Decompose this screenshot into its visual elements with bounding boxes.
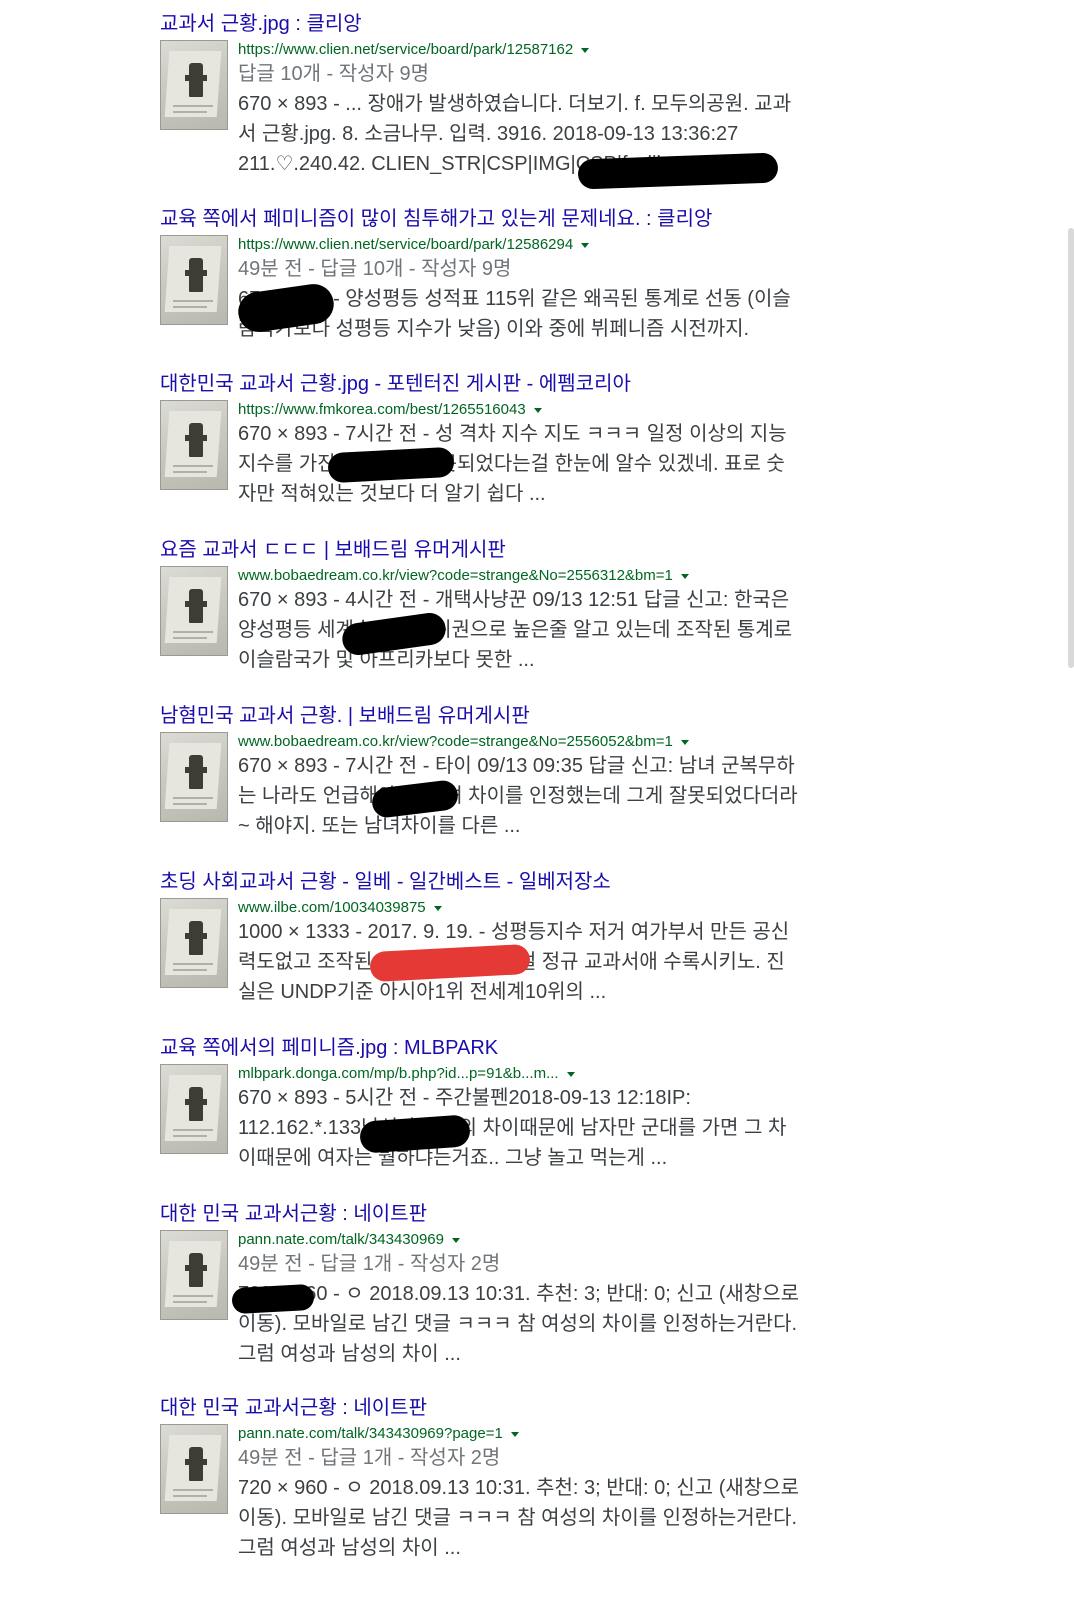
snippet-line: 이동). 모바일로 남긴 댓글 ㅋㅋㅋ 참 여성의 차이를 인정하는거란다.	[238, 1313, 798, 1335]
result-snippet: 720 × 960 - ㅇ 2018.09.13 10:31. 추천: 3; 반…	[238, 1279, 858, 1369]
url-dropdown-icon[interactable]	[581, 242, 590, 248]
result-url[interactable]: www.ilbe.com/10034039875	[238, 898, 860, 917]
snippet-line: 1000 × 1333 - 2017. 9. 19. - 성평등지수 저거 여가…	[238, 921, 790, 943]
result-meta: 49분 전 - 답글 1개 - 작성자 2명	[238, 1447, 501, 1469]
result-thumbnail[interactable]	[160, 1064, 228, 1154]
result-url[interactable]: pann.nate.com/talk/343430969?page=1	[238, 1424, 860, 1443]
url-dropdown-icon[interactable]	[566, 1071, 575, 1077]
result-thumbnail[interactable]	[160, 566, 228, 656]
search-result: 요즘 교과서 ㄷㄷㄷ | 보배드림 유머게시판 www.bobaedream.c…	[160, 538, 860, 675]
snippet-line: 이슬람국가 및 아프리카보다 못한 ...	[238, 649, 535, 671]
snippet-line: 670 × 893 - ... 장애가 발생하였습니다. 더보기. f. 모두의…	[238, 93, 792, 115]
result-url[interactable]: pann.nate.com/talk/343430969	[238, 1230, 860, 1249]
result-meta: 49분 전 - 답글 1개 - 작성자 2명	[238, 1253, 501, 1275]
snippet-line: 양성평등 세계순위가 상위권으로 높은줄 알고 있는데 조작된 통계로	[238, 619, 793, 641]
result-thumbnail[interactable]	[160, 732, 228, 822]
result-title-link[interactable]: 대한 민국 교과서근황 : 네이트판	[160, 1202, 860, 1226]
result-url[interactable]: mlbpark.donga.com/mp/b.php?id...p=91&b..…	[238, 1064, 860, 1083]
result-thumbnail[interactable]	[160, 1424, 228, 1514]
result-title-link[interactable]: 초딩 사회교과서 근황 - 일베 - 일간베스트 - 일베저장소	[160, 870, 860, 894]
url-dropdown-icon[interactable]	[452, 1237, 460, 1243]
result-thumbnail[interactable]	[160, 400, 228, 490]
snippet-line: 670 × 893 - 5시간 전 - 주간불펜2018-09-13 12:18…	[238, 1087, 691, 1109]
result-title-link[interactable]: 교육 쪽에서 페미니즘이 많이 침투해가고 있는게 문제네요. : 클리앙	[160, 207, 860, 231]
search-result: 남혐민국 교과서 근황. | 보배드림 유머게시판 www.bobaedream…	[160, 704, 860, 841]
result-url[interactable]: www.bobaedream.co.kr/view?code=strange&N…	[238, 732, 860, 751]
result-meta: 답글 10개 - 작성자 9명	[238, 63, 430, 85]
result-title-link[interactable]: 교과서 근황.jpg : 클리앙	[160, 12, 860, 36]
result-thumbnail[interactable]	[160, 235, 228, 325]
url-dropdown-icon[interactable]	[533, 407, 542, 413]
result-title-link[interactable]: 대한민국 교과서 근황.jpg - 포텐터진 게시판 - 에펨코리아	[160, 372, 860, 396]
snippet-line: 는 나라도 언급해야지. 남녀 차이를 인정했는데 그게 잘못되었다더라	[238, 785, 798, 807]
snippet-line: 670 × 893 - 4시간 전 - 개택사냥꾼 09/13 12:51 답글…	[238, 589, 790, 611]
result-thumbnail[interactable]	[160, 40, 228, 130]
snippet-line: 670 × 893 - 7시간 전 - 성 격차 지수 지도 ㅋㅋㅋ 일정 이상…	[238, 423, 787, 445]
result-snippet: 720 × 960 - ㅇ 2018.09.13 10:31. 추천: 3; 반…	[238, 1473, 858, 1563]
result-title-link[interactable]: 남혐민국 교과서 근황. | 보배드림 유머게시판	[160, 704, 860, 728]
snippet-line: 그럼 여성과 남성의 차이 ...	[238, 1537, 461, 1559]
snippet-line: 그럼 여성과 남성의 차이 ...	[238, 1343, 461, 1365]
snippet-line: 실은 UNDP기준 아시아1위 전세계10위의 ...	[238, 981, 607, 1003]
result-title-link[interactable]: 교육 쪽에서의 페미니즘.jpg : MLBPARK	[160, 1036, 860, 1060]
result-snippet: 670 × 893 - 4시간 전 - 개택사냥꾼 09/13 12:51 답글…	[238, 585, 858, 675]
snippet-line: 112.162.*.133남성과 여성의 차이때문에 남자만 군대를 가면 그 …	[238, 1117, 787, 1139]
result-url[interactable]: https://www.fmkorea.com/best/1265516043	[238, 400, 860, 419]
result-snippet: 1000 × 1333 - 2017. 9. 19. - 성평등지수 저거 여가…	[238, 917, 858, 1007]
search-result: 교육 쪽에서의 페미니즘.jpg : MLBPARK mlbpark.donga…	[160, 1036, 860, 1173]
snippet-line: 720 × 960 - ㅇ 2018.09.13 10:31. 추천: 3; 반…	[238, 1283, 799, 1305]
result-snippet: 670 × 893 - 7시간 전 - 타이 09/13 09:35 답글 신고…	[238, 751, 858, 841]
result-url[interactable]: https://www.clien.net/service/board/park…	[238, 235, 860, 254]
snippet-line: 720 × 960 - ㅇ 2018.09.13 10:31. 추천: 3; 반…	[238, 1477, 799, 1499]
redaction-mark	[577, 152, 779, 190]
url-dropdown-icon[interactable]	[680, 573, 689, 579]
result-snippet: 670 × 893 - 5시간 전 - 주간불펜2018-09-13 12:18…	[238, 1083, 858, 1173]
result-url[interactable]: www.bobaedream.co.kr/view?code=strange&N…	[238, 566, 860, 585]
snippet-line: 이때문에 여자는 뭘하냐는거죠.. 그냥 놀고 먹는게 ...	[238, 1147, 668, 1169]
result-title-link[interactable]: 대한 민국 교과서근황 : 네이트판	[160, 1396, 860, 1420]
result-url[interactable]: https://www.clien.net/service/board/park…	[238, 40, 860, 59]
search-result: 대한 민국 교과서근황 : 네이트판 pann.nate.com/talk/34…	[160, 1396, 860, 1563]
snippet-line: 이동). 모바일로 남긴 댓글 ㅋㅋㅋ 참 여성의 차이를 인정하는거란다.	[238, 1507, 798, 1529]
redaction-mark	[231, 1283, 315, 1315]
snippet-line: 서 근황.jpg. 8. 소금나무. 입력. 3916. 2018-09-13 …	[238, 123, 739, 145]
snippet-line: 력도없고 조작된 통계 자료인데 저걸 정규 교과서애 수록시키노. 진	[238, 951, 785, 973]
url-dropdown-icon[interactable]	[510, 1431, 519, 1437]
search-result: 대한민국 교과서 근황.jpg - 포텐터진 게시판 - 에펨코리아 https…	[160, 372, 860, 509]
result-meta: 49분 전 - 답글 10개 - 작성자 9명	[238, 258, 512, 280]
url-dropdown-icon[interactable]	[433, 905, 442, 911]
snippet-line: ~ 해야지. 또는 남녀차이를 다른 ...	[238, 815, 521, 837]
result-title-link[interactable]: 요즘 교과서 ㄷㄷㄷ | 보배드림 유머게시판	[160, 538, 860, 562]
result-thumbnail[interactable]	[160, 1230, 228, 1320]
snippet-line: 자만 적혀있는 것보다 더 알기 쉽다 ...	[238, 483, 546, 505]
result-thumbnail[interactable]	[160, 898, 228, 988]
url-dropdown-icon[interactable]	[581, 47, 590, 53]
search-result: 초딩 사회교과서 근황 - 일베 - 일간베스트 - 일베저장소 www.ilb…	[160, 870, 860, 1007]
snippet-line: 670 × 893 - 7시간 전 - 타이 09/13 09:35 답글 신고…	[238, 755, 795, 777]
snippet-line: 람국가보다 성평등 지수가 낮음) 이와 중에 뷔페니즘 시전까지.	[238, 318, 750, 340]
scrollbar[interactable]	[1068, 228, 1074, 668]
url-dropdown-icon[interactable]	[680, 739, 689, 745]
